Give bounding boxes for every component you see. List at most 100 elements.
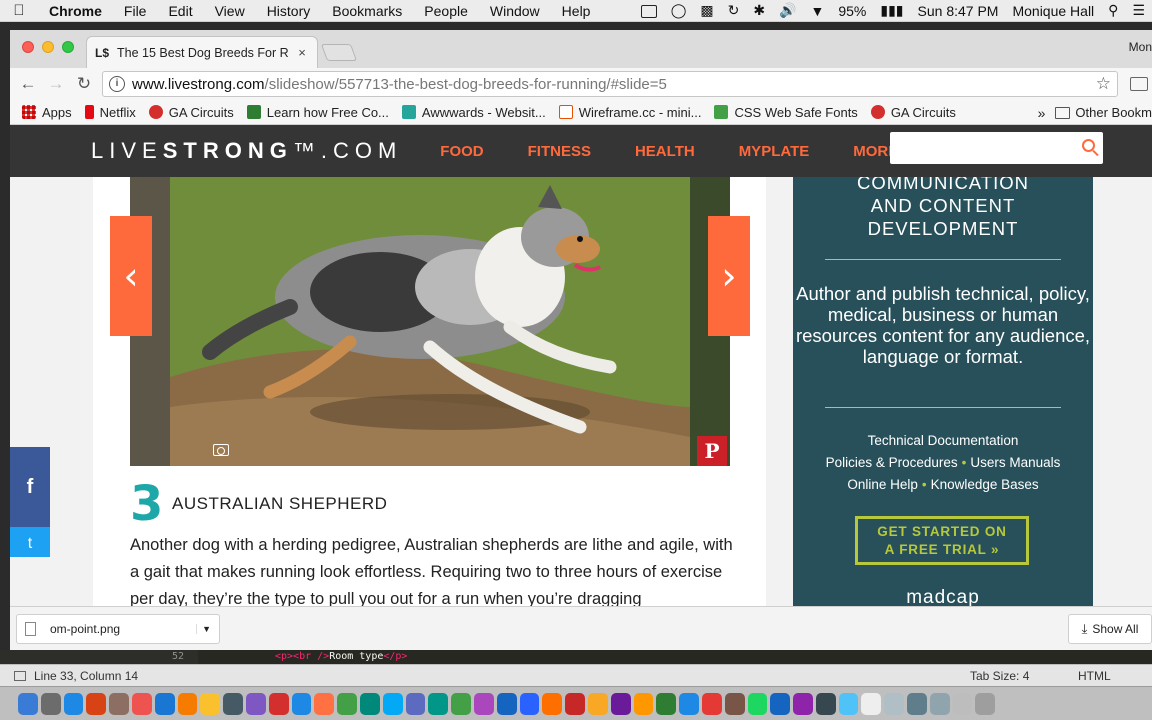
dock-app-icon[interactable] xyxy=(656,692,677,715)
dock-app-icon[interactable] xyxy=(382,692,403,715)
site-search-input[interactable] xyxy=(890,132,1103,164)
clock[interactable]: Sun 8:47 PM xyxy=(911,3,1006,19)
livestrong-logo[interactable]: LIVESTRONG™.COM xyxy=(91,138,402,164)
dock-app-icon[interactable] xyxy=(451,692,471,715)
reload-icon[interactable]: ↻ xyxy=(70,74,98,94)
forward-arrow-icon[interactable]: → xyxy=(42,74,70,94)
dock-app-icon[interactable] xyxy=(861,692,882,715)
search-icon[interactable] xyxy=(1082,139,1095,152)
dock-app-icon[interactable] xyxy=(245,692,266,715)
new-tab-button[interactable] xyxy=(320,44,358,61)
dock-app-icon[interactable] xyxy=(109,692,129,715)
menu-help[interactable]: Help xyxy=(551,3,602,19)
dock-app-icon[interactable] xyxy=(747,692,768,715)
menu-window[interactable]: Window xyxy=(479,3,551,19)
menu-edit[interactable]: Edit xyxy=(157,3,203,19)
dock-app-icon[interactable] xyxy=(428,692,449,715)
bookmark-awwwards[interactable]: Awwwards - Websit... xyxy=(401,105,546,120)
spotlight-search-icon[interactable]: ⚲ xyxy=(1101,2,1125,19)
menu-file[interactable]: File xyxy=(113,3,158,19)
prev-slide-button[interactable]: ‹ xyxy=(110,216,152,336)
dock-app-icon[interactable] xyxy=(679,692,699,715)
dock-app-icon[interactable] xyxy=(838,692,859,715)
notification-center-icon[interactable]: ☰ xyxy=(1125,2,1152,19)
dock-app-icon[interactable] xyxy=(154,692,175,715)
menu-view[interactable]: View xyxy=(204,3,256,19)
download-menu-caret-icon[interactable]: ▼ xyxy=(196,624,211,634)
bookmark-ga-circuits[interactable]: GA Circuits xyxy=(148,105,234,120)
menu-app-chrome[interactable]: Chrome xyxy=(38,3,113,19)
dock-app-icon[interactable] xyxy=(473,692,494,715)
time-machine-icon[interactable]: ↻ xyxy=(721,2,747,19)
dock-app-icon[interactable] xyxy=(633,692,654,715)
dock-app-icon[interactable] xyxy=(268,692,289,715)
shield-icon[interactable]: ◯ xyxy=(664,2,694,19)
ad-cta-button[interactable]: GET STARTED ON A FREE TRIAL » xyxy=(855,516,1029,565)
user-name[interactable]: Monique Hall xyxy=(1005,3,1101,19)
bluetooth-icon[interactable]: ✱ xyxy=(746,2,772,19)
bookmark-star-icon[interactable]: ☆ xyxy=(1096,74,1111,94)
dock-app-icon[interactable] xyxy=(770,692,791,715)
dock-app-icon[interactable] xyxy=(587,692,608,715)
dock-app-icon[interactable] xyxy=(542,692,563,715)
battery-percent[interactable]: 95% xyxy=(831,3,873,19)
battery-icon[interactable]: ▮▮▮ xyxy=(873,2,910,19)
next-slide-button[interactable]: › xyxy=(708,216,750,336)
menu-history[interactable]: History xyxy=(256,3,322,19)
panel-toggle-icon[interactable] xyxy=(14,670,26,681)
pinterest-icon[interactable]: P xyxy=(697,436,727,466)
dock-app-icon[interactable] xyxy=(314,692,335,715)
apple-menu-icon[interactable]:  xyxy=(0,2,38,19)
menu-people[interactable]: People xyxy=(413,3,479,19)
bookmark-learn-how[interactable]: Learn how Free Co... xyxy=(246,105,389,120)
dock-app-icon[interactable] xyxy=(907,692,927,715)
download-item[interactable]: om-point.png ▼ xyxy=(16,614,220,644)
editor-code-line[interactable]: <p><br />Room type</p> xyxy=(275,650,407,664)
menu-bookmarks[interactable]: Bookmarks xyxy=(321,3,413,19)
dock-app-icon[interactable] xyxy=(610,692,631,715)
bookmark-wireframe[interactable]: Wireframe.cc - mini... xyxy=(558,105,701,120)
profile-button[interactable]: Mon xyxy=(1129,40,1152,54)
nav-food[interactable]: FOOD xyxy=(440,143,483,160)
other-bookmarks[interactable]: Other Bookm xyxy=(1055,105,1152,120)
dock-app-icon[interactable] xyxy=(86,692,107,715)
syntax-mode[interactable]: HTML xyxy=(1078,669,1111,683)
dock-app-icon[interactable] xyxy=(701,692,722,715)
dock-app-icon[interactable] xyxy=(884,692,905,715)
display-icon[interactable] xyxy=(634,3,664,19)
dock-app-icon[interactable] xyxy=(177,692,198,715)
dock-app-icon[interactable] xyxy=(929,692,950,715)
dock-app-icon[interactable] xyxy=(496,692,517,715)
bookmark-ga-circuits-2[interactable]: GA Circuits xyxy=(870,105,956,120)
dock-app-icon[interactable] xyxy=(952,692,973,715)
tab-close-icon[interactable]: × xyxy=(295,45,309,60)
dock-app-icon[interactable] xyxy=(405,692,426,715)
dock-app-icon[interactable] xyxy=(131,692,152,715)
facebook-share-icon[interactable]: f xyxy=(10,447,50,527)
dock-app-icon[interactable] xyxy=(40,692,61,715)
dock-app-icon[interactable] xyxy=(337,692,357,715)
dock-app-icon[interactable] xyxy=(223,692,243,715)
volume-icon[interactable]: 🔊 xyxy=(772,2,803,19)
nav-fitness[interactable]: FITNESS xyxy=(528,143,591,160)
dock-app-icon[interactable] xyxy=(359,692,380,715)
show-all-downloads-button[interactable]: ⤓ Show All xyxy=(1068,614,1152,644)
bookmark-netflix[interactable]: Netflix xyxy=(84,105,136,120)
minimize-window-button[interactable] xyxy=(42,41,54,53)
back-arrow-icon[interactable]: ← xyxy=(14,74,42,94)
dock-app-icon[interactable] xyxy=(519,692,540,715)
dock-app-icon[interactable] xyxy=(200,692,221,715)
madcap-ad[interactable]: COMMUNICATION AND CONTENT DEVELOPMENT Au… xyxy=(793,172,1093,606)
nav-myplate[interactable]: MYPLATE xyxy=(739,143,810,160)
dock-app-icon[interactable] xyxy=(18,692,38,715)
dock-app-icon[interactable] xyxy=(63,692,84,715)
dock-app-icon[interactable] xyxy=(291,692,312,715)
dock-app-icon[interactable] xyxy=(975,692,996,715)
dock-app-icon[interactable] xyxy=(815,692,836,715)
cast-icon[interactable] xyxy=(1130,77,1148,91)
site-info-icon[interactable]: i xyxy=(109,76,125,92)
zoom-window-button[interactable] xyxy=(62,41,74,53)
twitter-share-icon[interactable]: t xyxy=(10,527,50,557)
close-window-button[interactable] xyxy=(22,41,34,53)
bookmark-css-fonts[interactable]: CSS Web Safe Fonts xyxy=(714,105,858,120)
